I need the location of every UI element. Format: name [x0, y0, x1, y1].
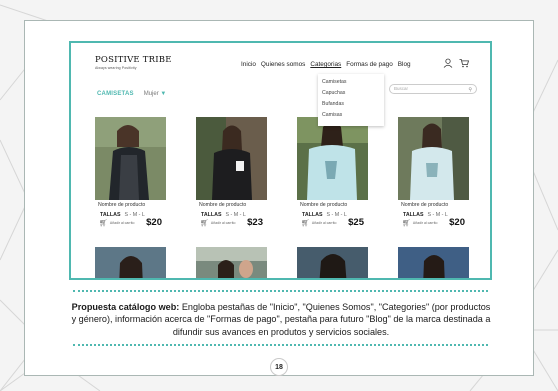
- user-icon[interactable]: [443, 58, 453, 68]
- cart-icon: 🛒︎: [301, 220, 310, 227]
- categories-dropdown: Camisetas Capuchas Bufandas Camisas: [318, 74, 384, 126]
- product-sizes: TALLAS S - M - L: [403, 212, 448, 218]
- add-to-cart-button[interactable]: 🛒︎ Añadir al carrito: [200, 219, 235, 227]
- product-card[interactable]: Nombre de producto TALLAS S - M - L 🛒︎ Aña…: [196, 117, 267, 228]
- caption: Propuesta catálogo web: Engloba pestañas…: [69, 301, 493, 338]
- nav-item-categorias[interactable]: Categorias: [310, 61, 341, 68]
- cart-icon: 🛒︎: [402, 220, 411, 227]
- product-photo: [398, 117, 469, 200]
- gender-select-value: Mujer: [143, 91, 159, 97]
- page-number: 18: [270, 358, 288, 376]
- add-to-cart-label: Añadir al carrito: [311, 221, 337, 225]
- product-photo[interactable]: [95, 247, 166, 278]
- product-sizes: TALLAS S - M - L: [201, 212, 246, 218]
- product-photo[interactable]: [297, 247, 368, 278]
- divider-top: [73, 290, 488, 292]
- product-photo: [95, 117, 166, 200]
- product-price: $20: [449, 217, 465, 228]
- product-sizes: TALLAS S - M - L: [302, 212, 347, 218]
- nav-item-quienes-somos[interactable]: Quienes somos: [261, 61, 305, 68]
- sizes-label: TALLAS: [100, 212, 121, 218]
- product-card[interactable]: Nombre de producto TALLAS S - M - L 🛒︎ Aña…: [95, 117, 166, 228]
- product-name: Nombre de producto: [199, 202, 247, 208]
- nav-item-inicio[interactable]: Inicio: [241, 61, 256, 68]
- main-nav: Inicio Quienes somos Categorias Formas d…: [241, 61, 416, 68]
- product-photo: [297, 117, 368, 200]
- cart-icon: 🛒︎: [200, 220, 209, 227]
- chevron-down-icon: ▼: [160, 91, 167, 97]
- sizes-values[interactable]: S - M - L: [125, 212, 145, 218]
- product-card[interactable]: Nombre de producto TALLAS S - M - L 🛒︎ Aña…: [398, 117, 469, 228]
- category-label[interactable]: CAMISETAS: [97, 91, 134, 97]
- dropdown-item-capuchas[interactable]: Capuchas: [322, 88, 384, 99]
- nav-item-blog[interactable]: Blog: [398, 61, 411, 68]
- add-to-cart-label: Añadir al carrito: [412, 221, 438, 225]
- search-icon[interactable]: ⚲: [468, 86, 472, 94]
- product-name: Nombre de producto: [401, 202, 449, 208]
- product-photo: [196, 117, 267, 200]
- nav-item-formas-de-pago[interactable]: Formas de pago: [346, 61, 393, 68]
- cart-icon[interactable]: [459, 58, 469, 68]
- gender-select[interactable]: Mujer ▼: [144, 91, 167, 97]
- sizes-values[interactable]: S - M - L: [428, 212, 448, 218]
- product-price: $20: [146, 217, 162, 228]
- header-icons: [443, 58, 469, 68]
- brand-name: POSITIVE TRIBE: [95, 55, 172, 65]
- add-to-cart-label: Añadir al carrito: [109, 221, 135, 225]
- product-photo[interactable]: [196, 247, 267, 278]
- dropdown-item-camisetas[interactable]: Camisetas: [322, 77, 384, 88]
- add-to-cart-button[interactable]: 🛒︎ Añadir al carrito: [402, 219, 437, 227]
- brand-logo[interactable]: POSITIVE TRIBE Always wearing Positivity: [95, 56, 172, 70]
- add-to-cart-button[interactable]: 🛒︎ Añadir al carrito: [99, 219, 134, 227]
- sizes-label: TALLAS: [201, 212, 222, 218]
- product-photo[interactable]: [398, 247, 469, 278]
- add-to-cart-button[interactable]: 🛒︎ Añadir al carrito: [301, 219, 336, 227]
- product-price: $23: [247, 217, 263, 228]
- website-mockup: POSITIVE TRIBE Always wearing Positivity…: [69, 41, 492, 280]
- search-placeholder: Buscar: [394, 86, 409, 91]
- caption-lead: Propuesta catálogo web:: [71, 302, 180, 312]
- sizes-label: TALLAS: [302, 212, 323, 218]
- product-name: Nombre de producto: [300, 202, 348, 208]
- add-to-cart-label: Añadir al carrito: [210, 221, 236, 225]
- product-price: $25: [348, 217, 364, 228]
- sizes-values[interactable]: S - M - L: [226, 212, 246, 218]
- cart-icon: 🛒︎: [99, 220, 108, 227]
- sizes-values[interactable]: S - M - L: [327, 212, 347, 218]
- divider-bottom: [73, 344, 488, 346]
- product-name: Nombre de producto: [98, 202, 146, 208]
- product-sizes: TALLAS S - M - L: [100, 212, 145, 218]
- product-card[interactable]: Nombre de producto TALLAS S - M - L 🛒︎ Aña…: [297, 117, 368, 228]
- brand-tagline: Always wearing Positivity: [95, 65, 137, 70]
- category-filter: CAMISETAS Mujer ▼: [97, 91, 166, 97]
- dropdown-item-camisas[interactable]: Camisas: [322, 110, 384, 121]
- dropdown-item-bufandas[interactable]: Bufandas: [322, 99, 384, 110]
- sizes-label: TALLAS: [403, 212, 424, 218]
- search-input[interactable]: Buscar ⚲: [389, 84, 477, 94]
